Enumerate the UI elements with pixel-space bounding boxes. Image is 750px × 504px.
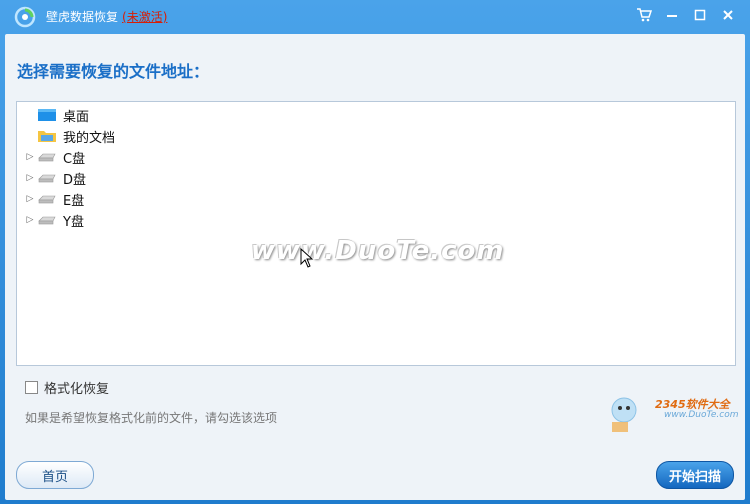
drive-icon	[38, 195, 56, 204]
app-window: 壁虎数据恢复 (未激活) 选择需要恢复的文件地址： 桌面 我的文档 ▷ C盘 ▷…	[0, 0, 750, 504]
drive-icon	[38, 216, 56, 225]
title-bar: 壁虎数据恢复 (未激活)	[0, 0, 750, 34]
expand-arrow-icon[interactable]: ▷	[23, 172, 37, 184]
close-icon[interactable]	[716, 3, 740, 27]
home-button[interactable]: 首页	[16, 461, 94, 489]
format-recover-checkbox[interactable]	[25, 381, 38, 394]
mouse-cursor-icon	[300, 248, 314, 268]
brand-url-watermark: www.DuoTe.com	[664, 410, 739, 420]
format-recover-option[interactable]: 格式化恢复	[25, 378, 109, 397]
tree-item-label: C盘	[63, 151, 86, 167]
watermark-text: www.DuoTe.com	[251, 236, 505, 266]
app-logo-icon	[14, 6, 36, 28]
expand-arrow-icon[interactable]: ▷	[23, 193, 37, 205]
tree-item-drive-y[interactable]: ▷ Y盘	[23, 210, 84, 230]
tree-item-drive-e[interactable]: ▷ E盘	[23, 189, 85, 209]
expand-arrow-icon[interactable]: ▷	[23, 151, 37, 163]
page-title: 选择需要恢复的文件地址：	[17, 62, 210, 81]
tree-item-label: D盘	[63, 172, 87, 188]
tree-item-label: Y盘	[63, 214, 84, 230]
window-title: 壁虎数据恢复 (未激活)	[46, 8, 167, 25]
format-recover-hint: 如果是希望恢复格式化前的文件，请勾选该选项	[25, 411, 278, 425]
drive-icon	[38, 174, 56, 183]
format-recover-label: 格式化恢复	[44, 382, 110, 397]
desktop-folder-icon	[38, 109, 56, 121]
start-scan-button[interactable]: 开始扫描	[656, 461, 734, 489]
main-panel: 选择需要恢复的文件地址： 桌面 我的文档 ▷ C盘 ▷ D盘 ▷ E盘 ▷ Y盘…	[5, 34, 745, 500]
tree-item-drive-d[interactable]: ▷ D盘	[23, 168, 86, 188]
tree-item-documents[interactable]: 我的文档	[23, 126, 115, 146]
activation-status-link[interactable]: (未激活)	[122, 10, 167, 24]
tree-item-label: 桌面	[63, 109, 90, 125]
tree-item-drive-c[interactable]: ▷ C盘	[23, 147, 86, 167]
cart-icon[interactable]	[632, 3, 656, 27]
tree-item-label: 我的文档	[63, 130, 116, 146]
documents-folder-icon	[38, 131, 56, 142]
tree-item-desktop[interactable]: 桌面	[23, 105, 89, 125]
drive-icon	[38, 153, 56, 162]
expand-arrow-icon[interactable]: ▷	[23, 214, 37, 226]
location-tree[interactable]: 桌面 我的文档 ▷ C盘 ▷ D盘 ▷ E盘 ▷ Y盘 www.DuoTe.co…	[16, 101, 736, 366]
app-title: 壁虎数据恢复	[46, 10, 119, 24]
minimize-icon[interactable]	[660, 3, 684, 27]
tree-item-label: E盘	[63, 193, 85, 209]
maximize-icon[interactable]	[688, 3, 712, 27]
